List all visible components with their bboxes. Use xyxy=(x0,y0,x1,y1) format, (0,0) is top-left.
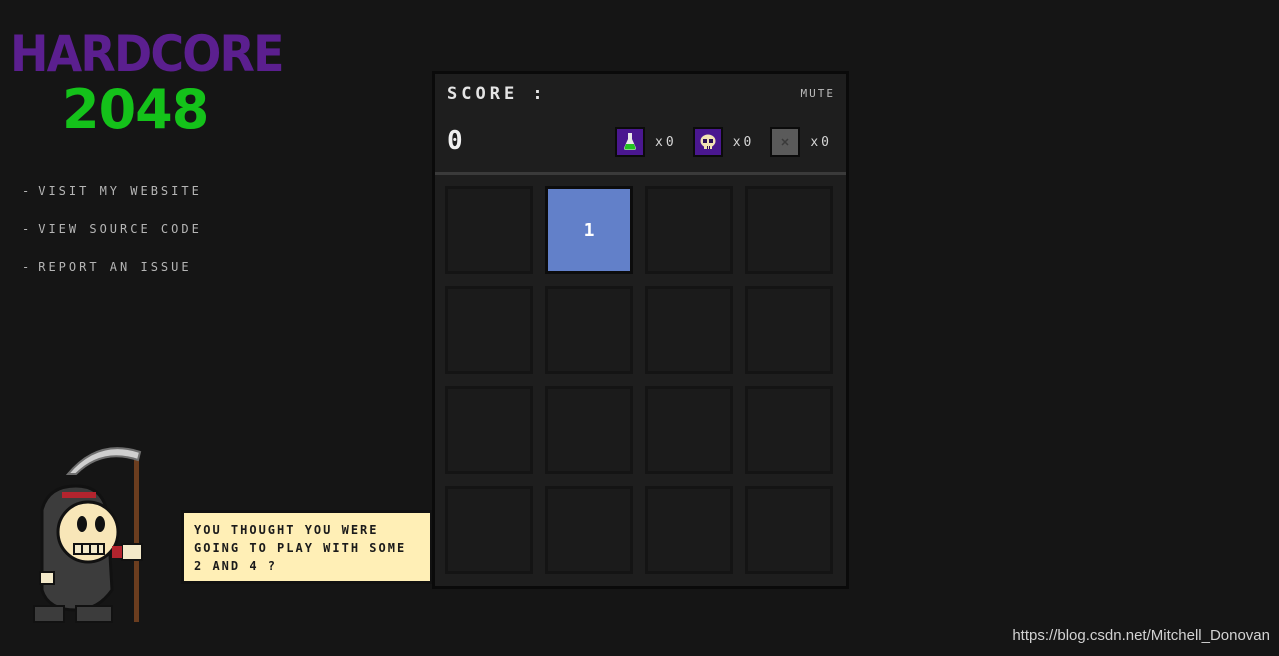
side-nav: - VISIT MY WEBSITE - VIEW SOURCE CODE - REP… xyxy=(22,184,202,298)
powerup-potion[interactable]: x0 xyxy=(615,127,677,157)
potion-icon xyxy=(615,127,646,157)
speech-bubble: YOU THOUGHT YOU WERE GOING TO PLAY WITH … xyxy=(181,510,433,584)
board-cell xyxy=(445,386,533,474)
score-label: SCORE : xyxy=(447,84,547,104)
board-cell xyxy=(645,386,733,474)
board-cell xyxy=(745,286,833,374)
board-cell xyxy=(445,486,533,574)
game-board[interactable]: 1 xyxy=(445,186,837,578)
nav-visit-website-link[interactable]: - VISIT MY WEBSITE xyxy=(22,184,202,222)
potion-count: x0 xyxy=(655,134,677,150)
stone-block-icon xyxy=(770,127,801,157)
grim-reaper-character xyxy=(33,447,143,623)
board-cell xyxy=(545,486,633,574)
board-cell xyxy=(745,386,833,474)
logo-hardcore-text: HARDCORE xyxy=(10,25,285,83)
watermark-text: https://blog.csdn.net/Mitchell_Donovan xyxy=(1012,627,1270,644)
board-cell xyxy=(445,286,533,374)
powerup-stone-block[interactable]: x0 xyxy=(770,127,832,157)
mute-button[interactable]: MUTE xyxy=(801,87,836,100)
board-cell xyxy=(645,186,733,274)
skull-count: x0 xyxy=(732,134,755,150)
board-cell xyxy=(745,186,833,274)
header-divider xyxy=(435,172,846,175)
board-cell xyxy=(545,286,633,374)
game-panel: SCORE : MUTE 0 x0 x0 x0 1 xyxy=(432,71,849,589)
score-value: 0 xyxy=(447,126,463,156)
board-cell xyxy=(645,486,733,574)
board-cell xyxy=(645,286,733,374)
board-cell xyxy=(745,486,833,574)
tile: 1 xyxy=(545,186,633,274)
nav-report-issue-link[interactable]: - REPORT AN ISSUE xyxy=(22,260,202,298)
powerup-skull[interactable]: x0 xyxy=(692,127,755,157)
nav-view-source-link[interactable]: - VIEW SOURCE CODE xyxy=(22,222,202,260)
skull-icon xyxy=(692,127,723,157)
board-cell xyxy=(445,186,533,274)
board-cell xyxy=(545,386,633,474)
logo-2048-text: 2048 xyxy=(62,78,209,141)
powerup-bar: x0 x0 x0 xyxy=(599,127,832,157)
stone-block-count: x0 xyxy=(810,134,832,150)
